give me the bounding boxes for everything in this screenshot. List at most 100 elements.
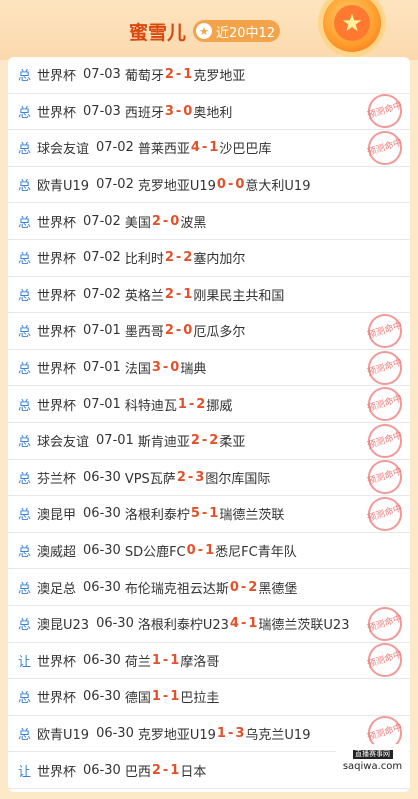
match-date: 06-30 [83, 762, 121, 778]
match-date: 06-30 [83, 652, 121, 668]
home-score: 2 [176, 469, 186, 485]
match-row[interactable]: 总澳足总 06-30 布伦瑞克祖云达斯 0-2 黑德堡 [8, 569, 410, 606]
match-row[interactable]: 总世界杯 07-03 葡萄牙 2-1 克罗地亚 [8, 57, 410, 94]
site-watermark: 直播赛事网 saqiwa.com [336, 744, 409, 786]
score-separator: - [162, 762, 169, 778]
score-separator: - [175, 323, 182, 339]
away-score: 2 [183, 250, 193, 266]
record-text: 近20中12 [216, 25, 276, 41]
score-separator: - [188, 396, 195, 412]
bet-type-label: 总 [18, 691, 32, 707]
prediction-hit-stamp: 预测命中 [363, 89, 407, 133]
score-separator: - [162, 689, 169, 705]
match-row[interactable]: 总欧青U19 07-02 克罗地亚U19 0-0 意大利U19 [8, 167, 410, 204]
bet-type-label: 总 [18, 435, 32, 451]
score-separator: - [162, 652, 169, 668]
away-score: 2 [196, 396, 206, 412]
match-date: 06-30 [83, 506, 121, 522]
match-row[interactable]: 总球会友谊 07-01 斯肯迪亚 2-2 柔亚 预测命中 [8, 419, 410, 463]
score-separator: - [201, 506, 208, 522]
away-score: 0 [235, 177, 245, 193]
league-name: 世界杯 [37, 764, 77, 780]
home-team: 普莱西亚 [137, 142, 190, 158]
home-team: 克罗地亚U19 [137, 727, 216, 743]
home-score: 3 [164, 103, 174, 119]
match-date: 06-30 [83, 689, 121, 705]
away-score: 0 [170, 360, 180, 376]
match-row[interactable]: 总世界杯 07-01 法国 3-0 瑞典 预测命中 [8, 346, 410, 389]
away-team: 黑德堡 [258, 581, 298, 597]
bet-type-label: 总 [18, 252, 32, 268]
bet-type-label: 总 [18, 618, 32, 634]
away-team: 悉尼FC青年队 [215, 545, 297, 561]
match-row[interactable]: 总澳威超 06-30 SD公鹿FC 0-1 悉尼FC青年队 [8, 533, 410, 570]
away-score: 3 [195, 469, 205, 485]
home-team: 洛根利泰柠 [124, 508, 190, 524]
home-team: 洛根利泰柠U23 [137, 618, 229, 634]
match-row[interactable]: 总澳昆U23 06-30 洛根利泰柠U23 4-1 瑞德兰茨联U23 预测命中 [8, 602, 410, 646]
match-row[interactable]: 让世界杯 06-30 荷兰 1-1 摩洛哥 预测命中 [8, 638, 410, 682]
match-row[interactable]: 总澳昆甲 06-30 洛根利泰柠 5-1 瑞德兰茨联 预测命中 [8, 492, 410, 536]
match-date: 07-02 [83, 286, 121, 302]
match-row[interactable]: 总世界杯 07-02 美国 2-0 波黑 [8, 203, 410, 240]
score-separator: - [175, 250, 182, 266]
medal-icon: ★ [323, 0, 381, 52]
match-row[interactable]: 总世界杯 07-03 西班牙 3-0 奥地利 预测命中 [8, 89, 410, 133]
match-row[interactable]: 总世界杯 07-01 墨西哥 2-0 厄瓜多尔 预测命中 [8, 309, 410, 353]
home-score: 1 [151, 652, 161, 668]
league-name: 世界杯 [37, 288, 77, 304]
away-team: 日本 [180, 764, 207, 780]
away-team: 塞内加尔 [193, 252, 246, 268]
league-name: 世界杯 [37, 654, 77, 670]
home-score: 0 [216, 177, 226, 193]
away-team: 摩洛哥 [180, 654, 220, 670]
home-score: 1 [151, 689, 161, 705]
match-row[interactable]: 总世界杯 06-30 德国 1-1 巴拉圭 [8, 679, 410, 716]
home-score: 2 [164, 67, 174, 83]
home-score: 2 [151, 762, 161, 778]
home-team: 斯肯迪亚 [137, 435, 190, 451]
league-name: 世界杯 [37, 105, 77, 121]
bet-type-label: 让 [18, 654, 32, 670]
prediction-hit-stamp: 预测命中 [363, 126, 407, 170]
league-name: 世界杯 [37, 362, 77, 378]
home-team: SD公鹿FC [124, 545, 186, 561]
home-team: 巴西 [124, 764, 151, 780]
match-row[interactable]: 总球会友谊 07-02 普莱西亚 4-1 沙巴巴库 预测命中 [8, 126, 410, 170]
score-separator: - [175, 286, 182, 302]
away-team: 乌克兰U19 [245, 727, 311, 743]
score-separator: - [227, 177, 234, 193]
match-list: 总世界杯 07-03 葡萄牙 2-1 克罗地亚总世界杯 07-03 西班牙 3-0 奥地利 预测命… [8, 57, 410, 792]
league-name: 世界杯 [37, 325, 77, 341]
league-name: 欧青U19 [37, 179, 90, 195]
away-team: 波黑 [180, 215, 207, 231]
match-row[interactable]: 总芬兰杯 06-30 VPS瓦萨 2-3 图尔库国际 预测命中 [8, 455, 410, 499]
match-date: 06-30 [83, 543, 121, 559]
bet-type-label: 总 [18, 362, 32, 378]
prediction-hit-stamp: 预测命中 [363, 309, 407, 353]
home-team: 葡萄牙 [124, 69, 164, 85]
match-date: 07-01 [83, 360, 121, 376]
bet-type-label: 总 [18, 288, 32, 304]
score-separator: - [162, 213, 169, 229]
medal-star-icon: ★ [334, 5, 370, 41]
match-row[interactable]: 总世界杯 07-02 比利时 2-2 塞内加尔 [8, 240, 410, 277]
score-separator: - [175, 67, 182, 83]
match-date: 07-01 [96, 433, 134, 449]
home-score: 3 [151, 360, 161, 376]
away-score: 1 [209, 506, 219, 522]
away-score: 1 [170, 762, 180, 778]
prediction-hit-stamp: 预测命中 [363, 346, 407, 389]
bet-type-label: 总 [18, 325, 32, 341]
score-separator: - [240, 616, 247, 632]
away-team: 柔亚 [219, 435, 246, 451]
league-name: 世界杯 [37, 398, 77, 414]
home-team: 英格兰 [124, 288, 164, 304]
away-team: 意大利U19 [245, 179, 311, 195]
match-row[interactable]: 总世界杯 07-02 英格兰 2-1 刚果民主共和国 [8, 277, 410, 314]
league-name: 澳足总 [37, 581, 77, 597]
match-row[interactable]: 总世界杯 07-01 科特迪瓦 1-2 挪威 预测命中 [8, 382, 410, 426]
league-name: 世界杯 [37, 252, 77, 268]
match-date: 07-02 [83, 213, 121, 229]
away-score: 0 [183, 103, 193, 119]
